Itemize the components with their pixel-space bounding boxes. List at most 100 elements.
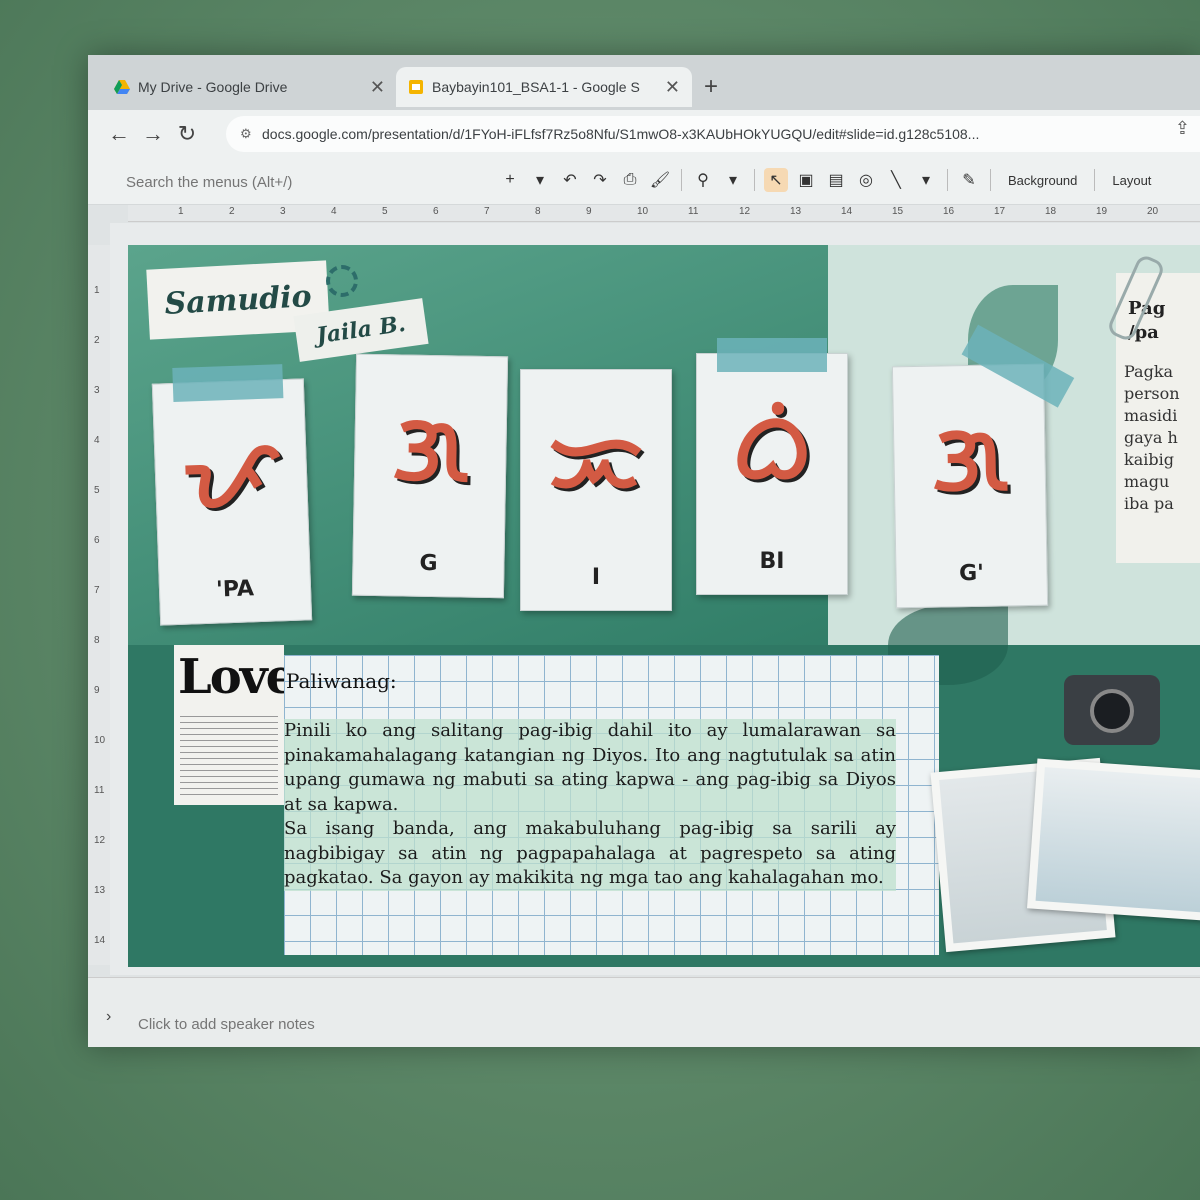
explanation-box[interactable]: Paliwanag: Pinili ko ang salitang pag-ib… <box>284 655 939 955</box>
chevron-down-icon[interactable]: ▾ <box>914 168 938 192</box>
syllable-label: BI <box>759 549 785 574</box>
baybayin-glyph: ᜊᜒ <box>732 392 812 500</box>
slide-canvas[interactable]: Samudio Jaila B. ᜉ 'PA ᜄ G ᜁ I ᜊᜒ BI ᜄ G… <box>128 245 1200 967</box>
speaker-notes-panel: › <box>88 977 1200 1047</box>
close-icon[interactable]: ✕ <box>370 77 385 98</box>
tab-title: Baybayin101_BSA1-1 - Google S <box>432 79 640 95</box>
address-bar[interactable]: ⚙ docs.google.com/presentation/d/1FYoH-i… <box>226 116 1200 152</box>
select-cursor-icon[interactable]: ↖ <box>764 168 788 192</box>
chevron-down-icon[interactable]: ▾ <box>528 168 552 192</box>
redo-icon[interactable]: ↷ <box>588 168 612 192</box>
ruler-tick-label: 12 <box>94 835 106 846</box>
layout-button[interactable]: Layout <box>1104 173 1159 188</box>
newspaper-clipping: Love <box>174 645 296 805</box>
ruler-tick-label: 17 <box>994 206 1006 217</box>
line-icon[interactable]: ╲ <box>884 168 908 192</box>
comment-icon[interactable]: ✎ <box>957 168 981 192</box>
syllable-label: I <box>591 565 601 590</box>
ruler-tick-label: 7 <box>94 585 100 596</box>
slides-icon <box>409 80 423 94</box>
divider <box>1094 169 1096 191</box>
ruler-tick-label: 10 <box>94 735 106 746</box>
browser-window: My Drive - Google Drive ✕ Baybayin101_BS… <box>88 55 1200 1047</box>
image-icon[interactable]: ▤ <box>824 168 848 192</box>
chevron-right-icon[interactable]: › <box>106 1008 111 1026</box>
ruler-tick-label: 20 <box>1147 206 1159 217</box>
divider <box>947 169 948 191</box>
explanation-header: Paliwanag: <box>286 669 397 693</box>
baybayin-card: ᜉ 'PA <box>151 364 313 626</box>
ruler-tick-label: 18 <box>1045 206 1057 217</box>
navigation-bar: ← → ↻ ⚙ docs.google.com/presentation/d/1… <box>88 110 1200 158</box>
baybayin-card: ᜄ G <box>351 353 509 599</box>
back-icon[interactable]: ← <box>102 121 136 147</box>
slides-toolbar: + ▾ ↶ ↷ ⎙ 🖌 ⚲ ▾ ↖ ▣ ▤ ◎ ╲ ▾ ✎ Background… <box>88 158 1200 205</box>
ruler-tick-label: 1 <box>94 285 100 296</box>
ruler-tick-label: 15 <box>892 206 904 217</box>
background-button[interactable]: Background <box>1000 173 1085 188</box>
shape-icon[interactable]: ◎ <box>854 168 878 192</box>
ruler-tick-label: 9 <box>94 685 100 696</box>
new-tab-button[interactable]: + <box>704 73 718 101</box>
divider <box>681 169 682 191</box>
ruler-tick-label: 6 <box>94 535 100 546</box>
baybayin-glyph: ᜄ <box>391 393 470 503</box>
undo-icon[interactable]: ↶ <box>558 168 582 192</box>
ruler-tick-label: 2 <box>94 335 100 346</box>
ruler-tick-label: 3 <box>280 206 286 217</box>
syllable-label: 'PA <box>215 576 255 603</box>
close-icon[interactable]: ✕ <box>665 77 680 98</box>
baybayin-glyph: ᜄ <box>930 403 1009 513</box>
share-icon[interactable]: ⇪ <box>1175 118 1190 139</box>
ruler-tick-label: 11 <box>688 206 699 217</box>
camera-icon <box>1064 675 1160 745</box>
newspaper-text <box>180 711 278 799</box>
ruler-tick-label: 7 <box>484 206 490 217</box>
ruler-tick-label: 1 <box>178 206 184 217</box>
url-text: docs.google.com/presentation/d/1FYoH-iFL… <box>262 126 980 142</box>
paragraph: Pinili ko ang salitang pag-ibig dahil it… <box>284 719 896 817</box>
new-slide-icon[interactable]: + <box>498 168 522 192</box>
tab-slides[interactable]: Baybayin101_BSA1-1 - Google S ✕ <box>396 67 692 107</box>
photo-clipping <box>1026 758 1200 922</box>
ruler-tick-label: 12 <box>739 206 751 217</box>
text-box-icon[interactable]: ▣ <box>794 168 818 192</box>
tab-my-drive[interactable]: My Drive - Google Drive ✕ <box>102 67 397 107</box>
ruler-tick-label: 13 <box>94 885 106 896</box>
speaker-notes-input[interactable] <box>136 1012 640 1036</box>
ruler-tick-label: 14 <box>94 935 106 946</box>
vertical-ruler[interactable]: 1 2 3 4 5 6 7 8 9 10 11 12 13 14 <box>88 245 110 965</box>
camera-lens <box>1090 689 1134 733</box>
ruler-tick-label: 10 <box>637 206 649 217</box>
ruler-tick-label: 9 <box>586 206 592 217</box>
ruler-tick-label: 6 <box>433 206 439 217</box>
tape <box>377 339 488 375</box>
ruler-tick-label: 4 <box>94 435 100 446</box>
divider <box>754 169 755 191</box>
ruler-tick-label: 5 <box>94 485 100 496</box>
ruler-tick-label: 19 <box>1096 206 1108 217</box>
baybayin-glyph: ᜁ <box>549 408 643 516</box>
print-icon[interactable]: ⎙ <box>618 168 642 192</box>
ruler-tick-label: 4 <box>331 206 337 217</box>
syllable-label: G' <box>958 560 985 587</box>
paint-format-icon[interactable]: 🖌 <box>648 168 672 192</box>
zoom-icon[interactable]: ⚲ <box>691 168 715 192</box>
photo-image <box>1035 767 1200 913</box>
baybayin-card: ᜄ G' <box>891 324 1075 609</box>
horizontal-ruler[interactable]: 1 2 3 4 5 6 7 8 9 10 11 12 13 14 15 16 17 18 19 20 <box>128 205 1200 222</box>
chevron-down-icon[interactable]: ▾ <box>721 168 745 192</box>
syllable-label: G <box>419 550 438 577</box>
gear-icon <box>326 265 358 297</box>
search-menus-input[interactable] <box>124 169 458 195</box>
side-note-body: Pagka person masidi gaya h kaibig magu i… <box>1124 362 1180 513</box>
ruler-tick-label: 2 <box>229 206 235 217</box>
baybayin-card: ᜊᜒ BI <box>696 338 848 595</box>
toolbar-icons: + ▾ ↶ ↷ ⎙ 🖌 ⚲ ▾ ↖ ▣ ▤ ◎ ╲ ▾ ✎ Background… <box>498 168 1159 192</box>
site-info-icon[interactable]: ⚙ <box>240 126 262 142</box>
forward-icon[interactable]: → <box>136 121 170 147</box>
tab-title: My Drive - Google Drive <box>138 79 288 95</box>
ruler-tick-label: 14 <box>841 206 853 217</box>
baybayin-card: ᜁ I <box>520 369 672 611</box>
reload-icon[interactable]: ↻ <box>170 121 204 147</box>
